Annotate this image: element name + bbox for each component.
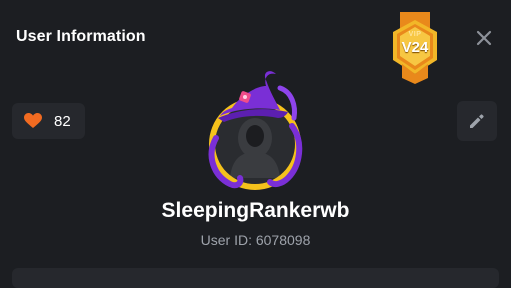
- heart-icon: [24, 113, 42, 128]
- wizard-avatar-icon: [208, 71, 303, 190]
- vip-badge: VIP V24: [388, 12, 442, 84]
- pencil-icon: [470, 114, 484, 128]
- close-icon: [476, 30, 492, 46]
- dialog-title: User Information: [16, 28, 146, 45]
- user-id: User ID: 6078098: [200, 232, 311, 248]
- bottom-panel: [12, 268, 499, 288]
- username: SleepingRankerwb: [161, 199, 350, 222]
- edit-button[interactable]: [457, 101, 497, 141]
- avatar: [196, 66, 314, 196]
- vip-level: V24: [401, 39, 429, 56]
- vip-label: VIP: [408, 31, 422, 38]
- likes-count: 82: [54, 112, 71, 130]
- likes-counter[interactable]: 82: [12, 103, 85, 139]
- close-button[interactable]: [474, 28, 494, 48]
